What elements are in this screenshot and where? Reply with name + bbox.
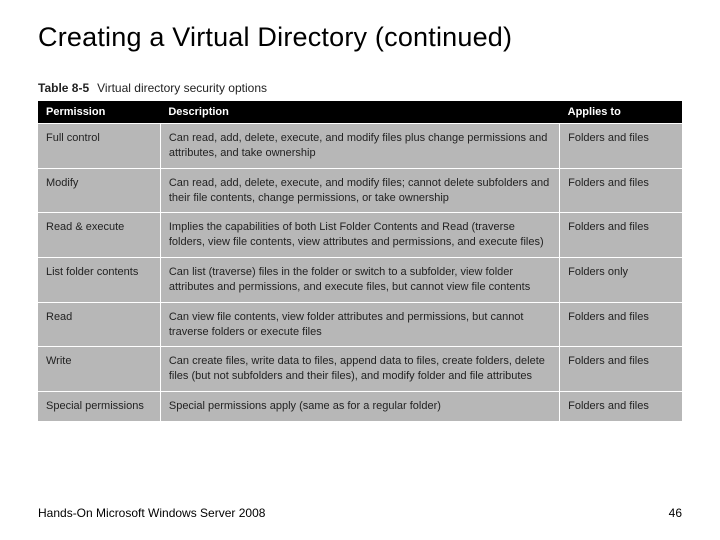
table-header-row: Permission Description Applies to	[38, 101, 682, 124]
cell-description: Can create files, write data to files, a…	[160, 347, 559, 392]
cell-applies: Folders and files	[560, 302, 682, 347]
header-permission: Permission	[38, 101, 160, 124]
cell-permission: Special permissions	[38, 392, 160, 421]
table-row: Special permissions Special permissions …	[38, 392, 682, 421]
cell-applies: Folders and files	[560, 347, 682, 392]
footer-book-title: Hands-On Microsoft Windows Server 2008	[38, 506, 265, 520]
table-row: List folder contents Can list (traverse)…	[38, 258, 682, 303]
table-row: Read & execute Implies the capabilities …	[38, 213, 682, 258]
footer: Hands-On Microsoft Windows Server 2008 4…	[38, 506, 682, 520]
cell-applies: Folders only	[560, 258, 682, 303]
table-caption: Table 8-5 Virtual directory security opti…	[38, 81, 682, 95]
cell-applies: Folders and files	[560, 392, 682, 421]
cell-applies: Folders and files	[560, 168, 682, 213]
cell-description: Can view file contents, view folder attr…	[160, 302, 559, 347]
header-description: Description	[160, 101, 559, 124]
cell-description: Implies the capabilities of both List Fo…	[160, 213, 559, 258]
table-row: Write Can create files, write data to fi…	[38, 347, 682, 392]
cell-permission: Read	[38, 302, 160, 347]
cell-permission: Write	[38, 347, 160, 392]
header-applies: Applies to	[560, 101, 682, 124]
cell-applies: Folders and files	[560, 213, 682, 258]
cell-description: Can read, add, delete, execute, and modi…	[160, 124, 559, 169]
cell-permission: Full control	[38, 124, 160, 169]
cell-permission: Read & execute	[38, 213, 160, 258]
page-number: 46	[669, 506, 682, 520]
cell-permission: List folder contents	[38, 258, 160, 303]
table-row: Modify Can read, add, delete, execute, a…	[38, 168, 682, 213]
slide: Creating a Virtual Directory (continued)…	[0, 0, 720, 540]
cell-permission: Modify	[38, 168, 160, 213]
cell-description: Can read, add, delete, execute, and modi…	[160, 168, 559, 213]
table-number: Table 8-5	[38, 81, 89, 95]
permissions-table: Permission Description Applies to Full c…	[38, 101, 682, 421]
table-row: Read Can view file contents, view folder…	[38, 302, 682, 347]
table-caption-text: Virtual directory security options	[97, 81, 267, 95]
page-title: Creating a Virtual Directory (continued)	[38, 22, 682, 53]
cell-applies: Folders and files	[560, 124, 682, 169]
cell-description: Can list (traverse) files in the folder …	[160, 258, 559, 303]
table-row: Full control Can read, add, delete, exec…	[38, 124, 682, 169]
cell-description: Special permissions apply (same as for a…	[160, 392, 559, 421]
